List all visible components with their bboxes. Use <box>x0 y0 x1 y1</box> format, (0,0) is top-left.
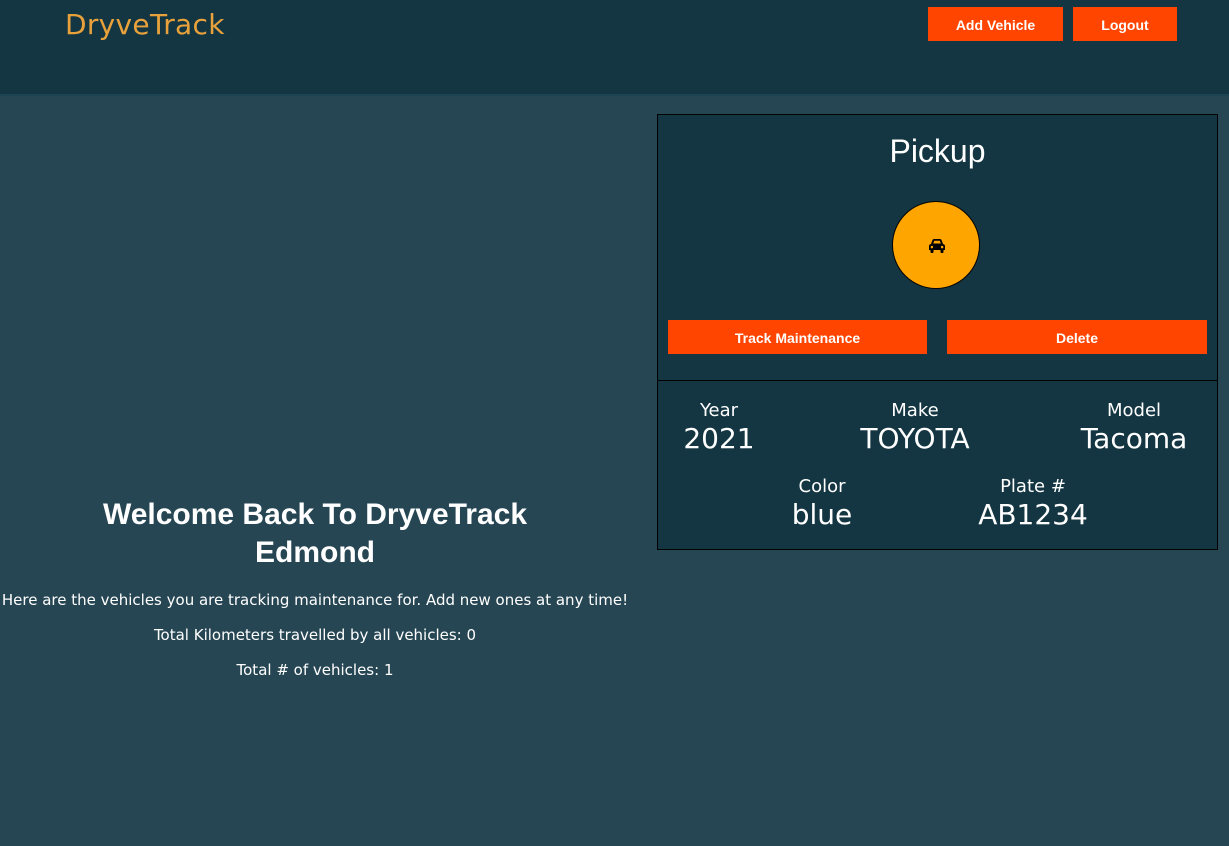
vehicle-card-header: Pickup Track Maintenance Delete <box>658 115 1217 381</box>
vehicle-name: Pickup <box>889 133 986 169</box>
welcome-username: Edmond <box>255 536 375 569</box>
total-kilometers: Total Kilometers travelled by all vehicl… <box>153 626 477 644</box>
vehicle-color: Color blue <box>782 476 862 532</box>
total-vehicles: Total # of vehicles: 1 <box>236 661 394 679</box>
color-label: Color <box>798 476 846 497</box>
vehicle-avatar <box>892 201 980 289</box>
welcome-title-line1: Welcome Back To DryveTrack <box>102 498 528 531</box>
vehicle-model: Model Tacoma <box>1074 400 1194 456</box>
vehicle-make: Make TOYOTA <box>854 400 976 456</box>
track-maintenance-button[interactable]: Track Maintenance <box>668 320 927 354</box>
logout-button[interactable]: Logout <box>1073 7 1177 41</box>
plate-value: AB1234 <box>978 498 1088 531</box>
model-value: Tacoma <box>1080 422 1188 455</box>
add-vehicle-button[interactable]: Add Vehicle <box>928 7 1063 41</box>
vehicle-year: Year 2021 <box>678 400 760 456</box>
car-icon <box>929 239 945 253</box>
welcome-title: Welcome Back To DryveTrack Edmond <box>0 496 630 572</box>
model-label: Model <box>1106 400 1162 421</box>
brand-logo[interactable]: DryveTrack <box>65 8 225 41</box>
year-value: 2021 <box>683 422 755 455</box>
welcome-intro: Here are the vehicles you are tracking m… <box>1 591 629 609</box>
top-navbar: DryveTrack Add Vehicle Logout <box>0 0 1229 96</box>
color-value: blue <box>791 498 853 531</box>
welcome-section: Welcome Back To DryveTrack Edmond Here a… <box>0 496 630 680</box>
make-value: TOYOTA <box>860 422 970 455</box>
delete-vehicle-button[interactable]: Delete <box>947 320 1207 354</box>
vehicle-card: Pickup Track Maintenance Delete Year 202… <box>657 114 1218 550</box>
vehicle-plate: Plate # AB1234 <box>978 476 1088 532</box>
make-label: Make <box>891 400 939 421</box>
year-label: Year <box>699 400 739 421</box>
plate-label: Plate # <box>1000 476 1066 497</box>
